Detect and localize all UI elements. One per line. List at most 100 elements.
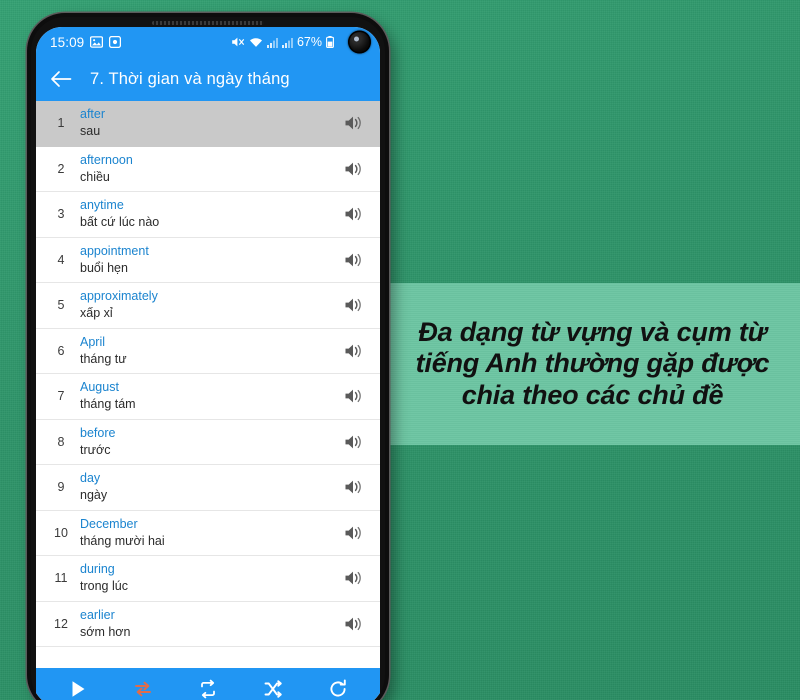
signal-icon-1 xyxy=(266,37,278,48)
row-english-word: before xyxy=(80,425,116,440)
row-index: 1 xyxy=(57,116,65,131)
row-vietnamese-word: xấp xỉ xyxy=(80,306,113,321)
shuffle-icon xyxy=(264,679,282,698)
play-icon xyxy=(72,680,85,697)
table-row[interactable]: 5 approximately xấp xỉ xyxy=(36,283,380,329)
swap-button[interactable] xyxy=(126,672,160,700)
row-index: 2 xyxy=(57,161,65,176)
row-index: 5 xyxy=(57,298,65,313)
table-row[interactable]: 2 afternoon chiều xyxy=(36,146,380,192)
battery-icon xyxy=(326,36,334,48)
back-button[interactable] xyxy=(48,66,74,92)
row-index: 4 xyxy=(57,252,65,267)
row-vietnamese-word: sớm hơn xyxy=(80,624,131,639)
speaker-button[interactable] xyxy=(340,570,366,586)
table-row[interactable]: 12 earlier sớm hơn xyxy=(36,601,380,647)
row-english-word: afternoon xyxy=(80,152,133,167)
speaker-button[interactable] xyxy=(340,525,366,541)
speaker-button[interactable] xyxy=(340,206,366,222)
row-texts: August tháng tám xyxy=(76,379,340,414)
table-row[interactable]: 6 April tháng tư xyxy=(36,328,380,374)
phone-bezel: 15:09 67% 7. Thời gian và ngày tháng 1 a… xyxy=(31,17,385,700)
row-texts: approximately xấp xỉ xyxy=(76,288,340,323)
speaker-icon xyxy=(345,162,361,176)
speaker-button[interactable] xyxy=(340,161,366,177)
speaker-icon xyxy=(345,389,361,403)
row-english-word: December xyxy=(80,516,138,531)
speaker-icon xyxy=(345,617,361,631)
table-row[interactable]: 9 day ngày xyxy=(36,465,380,511)
status-time: 15:09 xyxy=(50,34,85,50)
table-row[interactable]: 8 before trước xyxy=(36,419,380,465)
row-english-word: approximately xyxy=(80,289,158,303)
table-row[interactable]: 11 during trong lúc xyxy=(36,556,380,602)
table-row[interactable]: 10 December tháng mười hai xyxy=(36,510,380,556)
table-row[interactable]: 7 August tháng tám xyxy=(36,374,380,420)
row-english-word: day xyxy=(80,471,101,485)
speaker-icon xyxy=(345,526,361,540)
swap-arrows-icon xyxy=(135,681,152,696)
front-camera-punch-hole xyxy=(348,30,371,54)
caption-band: Đa dạng từ vựng và cụm từ tiếng Anh thườ… xyxy=(385,283,800,445)
speaker-button[interactable] xyxy=(340,434,366,450)
speaker-icon xyxy=(345,571,361,585)
row-vietnamese-word: chiều xyxy=(80,169,110,184)
wifi-icon xyxy=(249,37,263,48)
row-index: 3 xyxy=(57,207,65,222)
row-vietnamese-word: ngày xyxy=(80,488,108,503)
row-english-word: after xyxy=(80,107,106,121)
speaker-button[interactable] xyxy=(340,388,366,404)
row-vietnamese-word: bất cứ lúc nào xyxy=(80,215,160,230)
speaker-icon xyxy=(345,480,361,494)
row-vietnamese-word: trong lúc xyxy=(80,579,128,594)
row-vietnamese-word: buổi hẹn xyxy=(80,260,128,275)
repeat-icon xyxy=(201,679,215,698)
table-row[interactable]: 4 appointment buổi hẹn xyxy=(36,237,380,283)
status-bar: 15:09 67% xyxy=(36,27,380,57)
phone-screen: 15:09 67% 7. Thời gian và ngày tháng 1 a… xyxy=(36,27,380,700)
row-index: 9 xyxy=(57,480,65,495)
mute-icon xyxy=(231,36,245,48)
row-index: 6 xyxy=(57,343,65,358)
row-index: 8 xyxy=(57,434,65,449)
shuffle-button[interactable] xyxy=(256,672,290,700)
speaker-button[interactable] xyxy=(340,343,366,359)
row-english-word: August xyxy=(80,380,119,394)
speaker-button[interactable] xyxy=(340,479,366,495)
refresh-icon xyxy=(330,678,346,697)
row-english-word: earlier xyxy=(80,607,115,622)
battery-percent-label: 67% xyxy=(296,35,322,49)
table-row[interactable]: 1 after sau xyxy=(36,101,380,147)
row-index: 11 xyxy=(54,571,68,586)
row-texts: after sau xyxy=(76,106,340,141)
row-texts: day ngày xyxy=(76,470,340,505)
speaker-button[interactable] xyxy=(340,297,366,313)
earpiece-speaker-icon xyxy=(152,21,264,25)
refresh-button[interactable] xyxy=(321,672,355,700)
row-english-word: anytime xyxy=(80,198,124,212)
row-vietnamese-word: sau xyxy=(80,124,101,139)
row-vietnamese-word: tháng tư xyxy=(80,351,127,366)
row-vietnamese-word: tháng tám xyxy=(80,397,136,412)
row-index: 10 xyxy=(54,525,68,540)
row-texts: before trước xyxy=(76,425,340,460)
speaker-icon xyxy=(345,207,361,221)
speaker-icon xyxy=(345,298,361,312)
speaker-icon xyxy=(345,253,361,267)
back-arrow-icon xyxy=(51,71,72,87)
repeat-button[interactable] xyxy=(191,672,225,700)
row-vietnamese-word: trước xyxy=(80,442,111,457)
table-row[interactable]: 3 anytime bất cứ lúc nào xyxy=(36,192,380,238)
speaker-icon xyxy=(345,435,361,449)
phone-frame: 15:09 67% 7. Thời gian và ngày tháng 1 a… xyxy=(27,13,389,700)
speaker-button[interactable] xyxy=(340,616,366,632)
word-list[interactable]: 1 after sau 2 afternoon chiều 3 anytime bất cứ l… xyxy=(36,101,380,700)
row-texts: December tháng mười hai xyxy=(76,516,340,551)
bottom-toolbar xyxy=(36,668,380,700)
speaker-button[interactable] xyxy=(340,115,366,131)
play-button[interactable] xyxy=(61,672,95,700)
row-texts: earlier sớm hơn xyxy=(76,607,340,642)
row-texts: April tháng tư xyxy=(76,334,340,369)
speaker-icon xyxy=(345,344,361,358)
speaker-button[interactable] xyxy=(340,252,366,268)
